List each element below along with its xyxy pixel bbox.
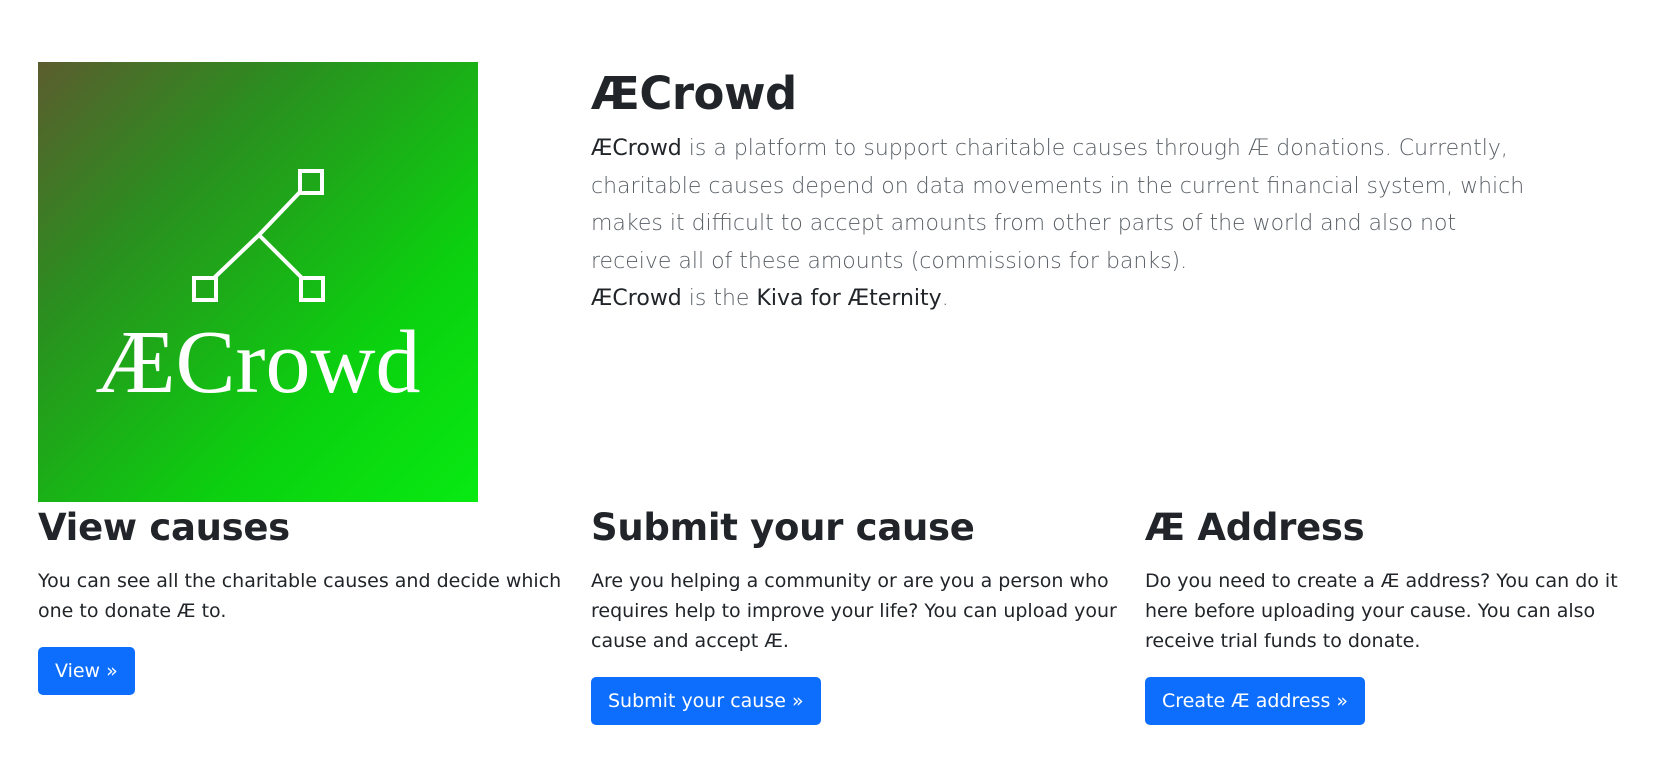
address-section: Æ Address Do you need to create a Æ addr… xyxy=(1145,502,1645,725)
hero-tagline-text: is the xyxy=(681,286,757,311)
brand-name: ÆCrowd xyxy=(591,136,682,161)
brand-name: ÆCrowd xyxy=(591,286,682,311)
hero-description-text: is a platform to support charitable caus… xyxy=(591,136,1525,274)
tagline-end: . xyxy=(941,286,949,311)
section-title: View causes xyxy=(38,506,290,549)
hero: ÆCrowd ÆCrowd is a platform to support c… xyxy=(591,62,1531,318)
view-causes-button[interactable]: View » xyxy=(38,647,135,695)
submit-cause-button[interactable]: Submit your cause » xyxy=(591,677,821,725)
section-description: Are you helping a community or are you a… xyxy=(591,570,1117,652)
section-description: You can see all the charitable causes an… xyxy=(38,570,562,622)
network-nodes-icon: ÆCrowd xyxy=(95,169,421,412)
hero-description: ÆCrowd is a platform to support charitab… xyxy=(591,130,1541,318)
section-description: Do you need to create a Æ address? You c… xyxy=(1145,570,1618,652)
submit-cause-section: Submit your cause Are you helping a comm… xyxy=(591,502,1121,725)
logo-wordmark: ÆCrowd xyxy=(95,313,420,412)
logo: ÆCrowd xyxy=(38,62,478,502)
create-address-button[interactable]: Create Æ address » xyxy=(1145,677,1366,725)
section-title: Æ Address xyxy=(1145,506,1365,549)
page: ÆCrowd ÆCrowd ÆCrowd is a platform to su… xyxy=(0,0,1663,776)
tagline-highlight: Kiva for Æternity xyxy=(756,286,942,311)
view-causes-section: View causes You can see all the charitab… xyxy=(38,502,568,695)
page-title: ÆCrowd xyxy=(591,67,797,120)
section-title: Submit your cause xyxy=(591,506,975,549)
